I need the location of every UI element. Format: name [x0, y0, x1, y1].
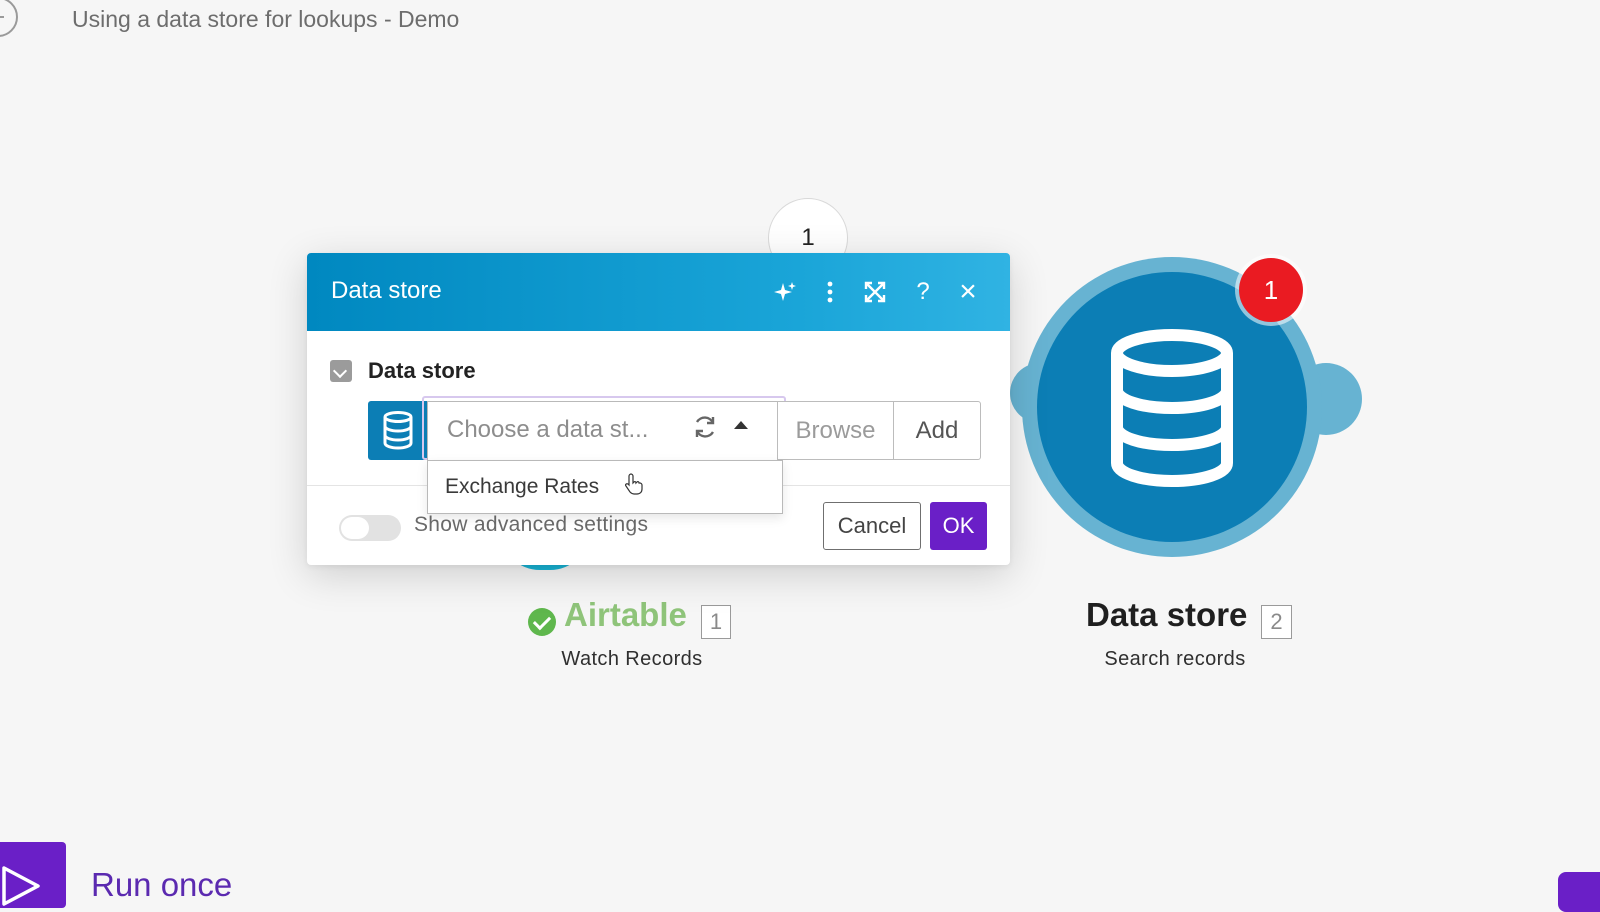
corner-action-button[interactable] [1558, 872, 1600, 912]
field-label: Data store [368, 358, 476, 383]
scenario-title: Using a data store for lookups - Demo [72, 6, 460, 32]
refresh-icon[interactable] [692, 414, 722, 444]
module-settings-dialog: Data store ? × Data store Choose a data … [307, 253, 1010, 565]
ok-button[interactable]: OK [930, 502, 987, 550]
datastore-module-action: Search records [1104, 648, 1246, 670]
database-icon [1111, 329, 1233, 488]
close-icon[interactable]: × [951, 275, 985, 309]
pointer-cursor-icon [625, 473, 643, 500]
browse-button[interactable]: Browse [777, 401, 893, 460]
datastore-select[interactable]: Choose a data st... [427, 401, 783, 460]
datastore-field-icon [368, 401, 430, 460]
cancel-button[interactable]: Cancel [823, 502, 921, 550]
run-once-button[interactable] [0, 842, 66, 908]
run-once-label[interactable]: Run once [91, 866, 232, 904]
help-icon[interactable]: ? [906, 275, 940, 309]
back-button[interactable] [0, 0, 18, 37]
field-collapse-checkbox[interactable] [330, 360, 352, 382]
airtable-module-label: Airtable 1 [528, 596, 732, 639]
datastore-dropdown: Exchange Rates [427, 460, 783, 514]
dropdown-option[interactable]: Exchange Rates [445, 475, 599, 499]
airtable-module-name: Airtable [564, 596, 687, 633]
dialog-header: Data store ? × [307, 253, 1010, 331]
chevron-up-icon[interactable] [731, 416, 753, 438]
select-placeholder: Choose a data st... [447, 416, 649, 443]
expand-icon[interactable] [858, 275, 892, 309]
advanced-settings-toggle[interactable] [339, 515, 401, 541]
advanced-settings-label: Show advanced settings [414, 513, 649, 536]
success-check-icon [528, 607, 556, 636]
airtable-module-number: 1 [700, 604, 732, 639]
datastore-module-label: Data store 2 [1086, 596, 1292, 639]
ai-sparkle-icon[interactable] [768, 275, 802, 309]
more-vertical-icon[interactable] [813, 275, 847, 309]
dialog-title: Data store [331, 277, 442, 304]
error-count-badge[interactable]: 1 [1239, 258, 1303, 322]
datastore-module-number: 2 [1261, 604, 1292, 639]
datastore-module-name: Data store [1086, 596, 1248, 633]
airtable-module-action: Watch Records [561, 648, 703, 670]
play-icon [2, 866, 40, 906]
add-button[interactable]: Add [893, 401, 981, 460]
database-icon [383, 411, 413, 450]
